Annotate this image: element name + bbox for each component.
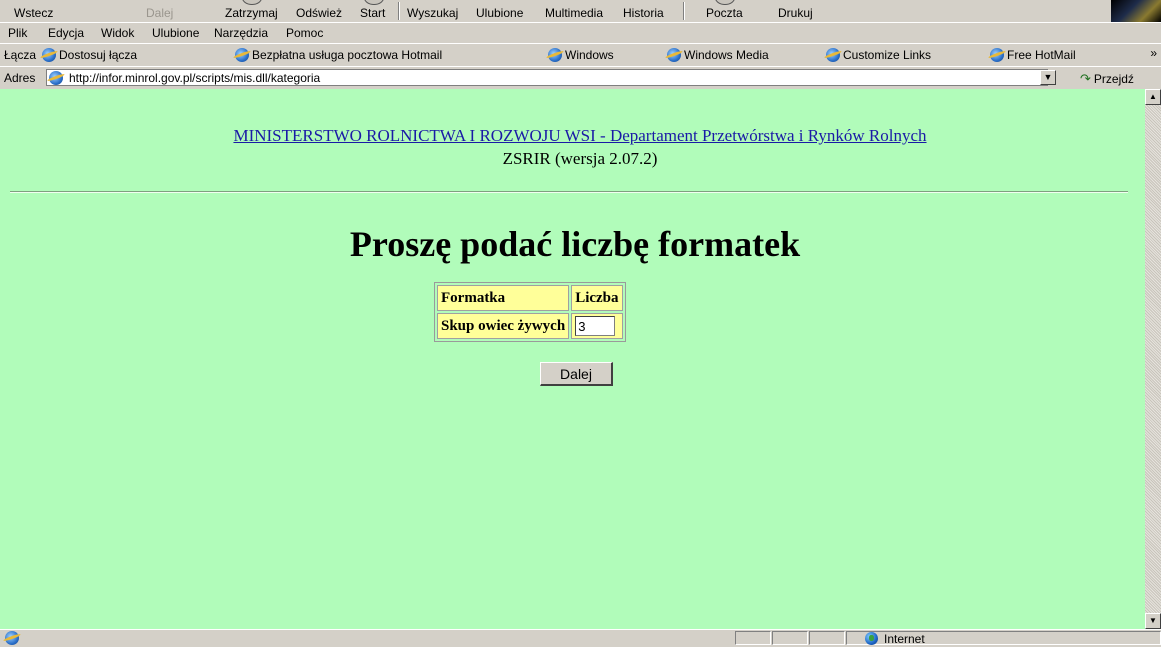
home-icon	[363, 0, 384, 5]
link-hotmail-pl[interactable]: Bezpłatna usługa pocztowa Hotmail	[235, 47, 442, 63]
print-button[interactable]: Drukuj	[778, 0, 813, 22]
ie-icon	[826, 48, 840, 62]
link-label: Bezpłatna usługa pocztowa Hotmail	[252, 48, 443, 62]
standard-toolbar: Wstecz Dalej Zatrzymaj Odśwież Start Wys…	[0, 0, 1161, 23]
link-free-hotmail[interactable]: Free HotMail	[990, 47, 1076, 63]
search-button[interactable]: Wyszukaj	[407, 0, 458, 22]
stop-label: Zatrzymaj	[225, 6, 278, 20]
menu-view[interactable]: Widok	[101, 26, 134, 40]
mail-label: Poczta	[706, 6, 743, 20]
column-header-form: Formatka	[437, 285, 570, 311]
column-header-count: Liczba	[571, 285, 623, 311]
version-text: ZSRIR (wersja 2.07.2)	[502, 149, 658, 168]
next-button[interactable]: Dalej	[540, 362, 613, 386]
menu-file[interactable]: Plik	[8, 26, 27, 40]
favorites-button[interactable]: Ulubione	[476, 0, 523, 22]
menu-favorites[interactable]: Ulubione	[152, 26, 199, 40]
ie-icon	[667, 48, 681, 62]
page-title: Proszę podać liczbę formatek	[349, 224, 801, 264]
home-button[interactable]: Start	[360, 0, 385, 22]
home-label: Start	[360, 6, 386, 20]
mail-button[interactable]: Poczta	[706, 0, 743, 22]
menu-help[interactable]: Pomoc	[286, 26, 323, 40]
ie-icon	[548, 48, 562, 62]
history-button[interactable]: Historia	[623, 0, 664, 22]
menu-edit[interactable]: Edycja	[48, 26, 84, 40]
menu-bar: Plik Edycja Widok Ulubione Narzędzia Pom…	[0, 22, 1161, 44]
link-windows-media[interactable]: Windows Media	[667, 47, 769, 63]
ie-icon	[235, 48, 249, 62]
mail-icon	[715, 0, 736, 5]
address-input[interactable]: http://infor.minrol.gov.pl/scripts/mis.d…	[46, 69, 1048, 86]
link-customize-links-pl[interactable]: Dostosuj łącza	[42, 47, 137, 63]
scroll-up-icon[interactable]: ▲	[1145, 89, 1161, 105]
links-bar: Łącza Dostosuj łącza Bezpłatna usługa po…	[0, 43, 1161, 67]
link-windows[interactable]: Windows	[548, 47, 614, 63]
more-links-chevron-icon[interactable]: »	[1150, 46, 1157, 60]
stop-button[interactable]: Zatrzymaj	[225, 0, 278, 22]
links-label: Łącza	[4, 48, 37, 62]
status-pane	[735, 631, 771, 645]
stop-icon	[242, 0, 263, 5]
link-label: Windows	[565, 48, 614, 62]
ministry-header-link[interactable]: MINISTERSTWO ROLNICTWA I ROZWOJU WSI - D…	[0, 126, 1145, 146]
address-bar: Adres http://infor.minrol.gov.pl/scripts…	[0, 66, 1161, 91]
history-label: Historia	[623, 6, 664, 20]
status-pane	[772, 631, 808, 645]
link-label: Customize Links	[843, 48, 932, 62]
status-page-icon	[5, 631, 19, 645]
go-button[interactable]: ↷ Przejdź	[1080, 71, 1134, 87]
link-label: Dostosuj łącza	[59, 48, 138, 62]
back-button[interactable]: Wstecz	[14, 0, 53, 22]
scroll-down-icon[interactable]: ▼	[1145, 613, 1161, 629]
address-url: http://infor.minrol.gov.pl/scripts/mis.d…	[69, 70, 321, 85]
security-zone-label: Internet	[884, 632, 925, 646]
count-input[interactable]	[575, 316, 616, 336]
link-label: Windows Media	[684, 48, 769, 62]
link-customize-links[interactable]: Customize Links	[826, 47, 931, 63]
link-label: Free HotMail	[1007, 48, 1076, 62]
table-header-row: Formatka Liczba	[437, 285, 623, 311]
refresh-button[interactable]: Odśwież	[296, 0, 342, 22]
refresh-label: Odśwież	[296, 6, 343, 20]
print-label: Drukuj	[778, 6, 813, 20]
status-bar: Internet	[0, 629, 1161, 647]
menu-tools[interactable]: Narzędzia	[214, 26, 268, 40]
form-name-cell: Skup owiec żywych	[437, 313, 570, 339]
address-dropdown-chevron-down-icon[interactable]: ▼	[1040, 70, 1056, 85]
back-label: Wstecz	[14, 6, 54, 20]
media-button[interactable]: Multimedia	[545, 0, 603, 22]
globe-icon	[865, 632, 878, 645]
media-label: Multimedia	[545, 6, 604, 20]
search-label: Wyszukaj	[407, 6, 459, 20]
address-label: Adres	[4, 71, 36, 85]
forward-button[interactable]: Dalej	[146, 0, 173, 22]
forms-count-table: Formatka Liczba Skup owiec żywych	[434, 282, 626, 342]
go-arrow-icon: ↷	[1080, 71, 1091, 86]
toolbar-separator	[683, 2, 685, 20]
ie-icon	[990, 48, 1004, 62]
status-pane	[809, 631, 845, 645]
toolbar-separator	[398, 2, 400, 20]
page-content: MINISTERSTWO ROLNICTWA I ROZWOJU WSI - D…	[0, 89, 1145, 629]
forward-label: Dalej	[146, 6, 174, 20]
count-cell	[571, 313, 623, 339]
ie-icon	[42, 48, 56, 62]
table-row: Skup owiec żywych	[437, 313, 623, 339]
vertical-scrollbar[interactable]: ▲ ▼	[1145, 89, 1161, 629]
windows-logo	[1111, 0, 1161, 22]
go-label: Przejdź	[1093, 72, 1134, 86]
horizontal-rule	[10, 191, 1128, 193]
favorites-label: Ulubione	[476, 6, 524, 20]
page-icon	[49, 70, 63, 85]
